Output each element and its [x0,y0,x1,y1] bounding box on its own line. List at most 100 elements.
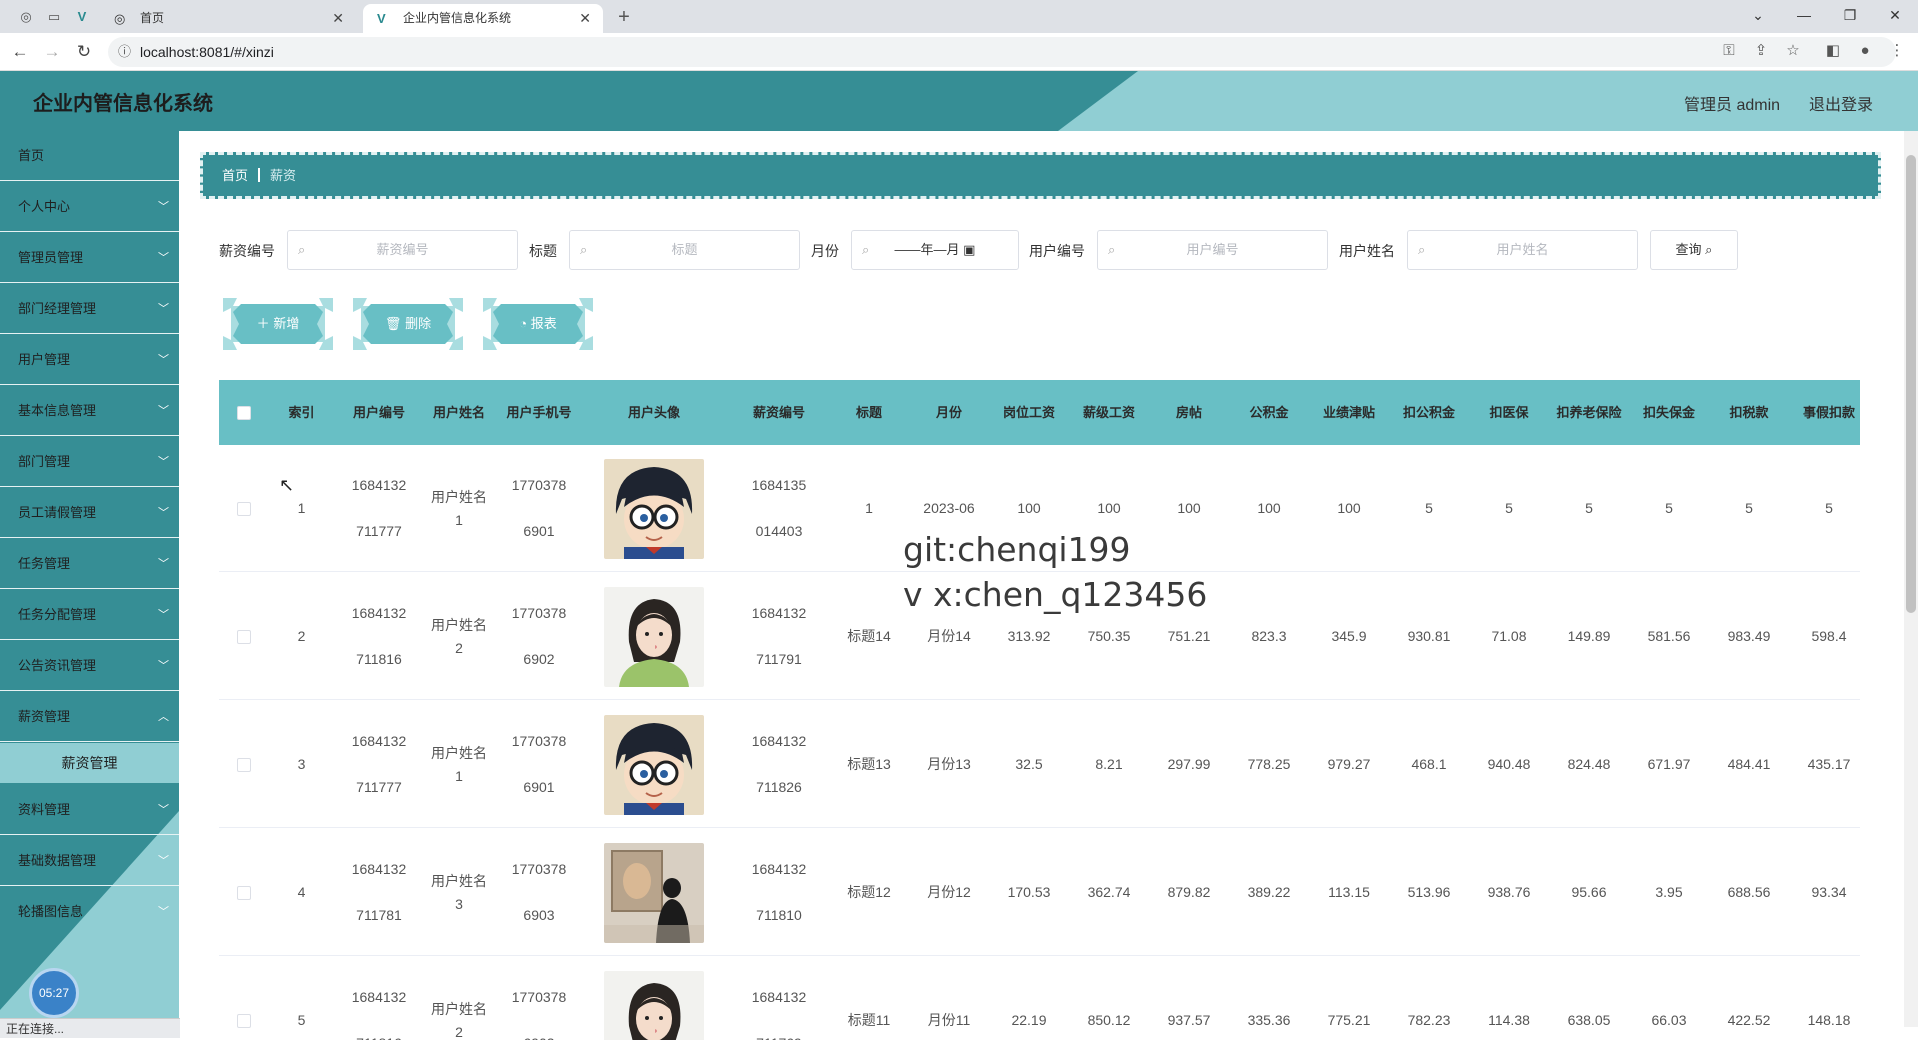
avatar[interactable] [604,970,704,1040]
column-header-deduct-pension[interactable]: 扣养老保险 [1549,380,1629,445]
checkbox-box[interactable] [237,405,251,420]
column-header-user-name[interactable]: 用户姓名 [419,380,499,445]
calendar-icon[interactable]: ▣ [963,242,975,257]
report-button[interactable]: ◔ 报表 [493,304,583,344]
month-input[interactable]: ⌕ ——年—月 ▣ [851,230,1019,270]
new-tab-icon[interactable]: + [614,7,634,27]
column-header-deduct-unemployment[interactable]: 扣失保金 [1629,380,1709,445]
sidebar-item-task-management[interactable]: 任务管理 ﹀ [0,539,179,589]
reload-icon[interactable]: ↻ [72,40,96,64]
sidebar-item-personal-center[interactable]: 个人中心 ﹀ [0,182,179,232]
column-header-performance-allowance[interactable]: 业绩津贴 [1309,380,1389,445]
logout-link[interactable]: 退出登录 [1809,91,1873,115]
row-checkbox[interactable] [219,829,269,956]
back-icon[interactable]: ← [8,40,32,64]
share-icon[interactable]: ⇪ [1750,40,1772,62]
sidebar-item-department-management[interactable]: 部门管理 ﹀ [0,437,179,487]
url-field[interactable]: ⓘ localhost:8081/#/xinzi [108,37,1896,67]
close-icon[interactable]: ✕ [332,4,344,33]
checkbox-box[interactable] [237,629,251,644]
checkbox-box[interactable] [237,885,251,900]
window-close-icon[interactable]: ✕ [1872,0,1918,33]
sidebar-item-leave-management[interactable]: 员工请假管理 ﹀ [0,488,179,538]
column-header-grade-wage[interactable]: 薪级工资 [1069,380,1149,445]
sidebar-item-salary-management[interactable]: 薪资管理 ︿ [0,692,179,742]
scrollbar-thumb[interactable] [1906,155,1916,613]
avatar[interactable] [604,842,704,943]
sidebar-item-task-assignment[interactable]: 任务分配管理 ﹀ [0,590,179,640]
close-icon[interactable]: ✕ [579,4,591,33]
sidebar-item-carousel-info[interactable]: 轮播图信息 ﹀ [0,887,179,937]
column-header-leave-deduction[interactable]: 事假扣款 [1789,380,1860,445]
search-button[interactable]: 查询 ⌕ [1650,230,1738,270]
column-header-user-no[interactable]: 用户编号 [339,380,419,445]
restore-icon[interactable]: ❐ [1827,0,1873,33]
tab-home[interactable]: ◎ 首页 ✕ [100,4,356,33]
browser-app-icon[interactable]: ◎ [16,7,36,27]
cell-deduct-tax: 422.52 [1727,1012,1771,1028]
row-checkbox[interactable] [219,701,269,828]
checkbox-box[interactable] [237,757,251,772]
column-header-avatar[interactable]: 用户头像 [579,380,729,445]
user-name-input[interactable]: ⌕ 用户姓名 [1407,230,1638,270]
sidebar-item-base-data-management[interactable]: 基础数据管理 ﹀ [0,836,179,886]
avatar[interactable] [604,714,704,815]
column-header-salary-no[interactable]: 薪资编号 [729,380,829,445]
month-placeholder: ——年—月 [894,242,960,257]
add-button[interactable]: ＋ 新增 [233,304,323,344]
blank-tab-icon[interactable]: ▭ [44,7,64,27]
sidebar-item-announcement-management[interactable]: 公告资讯管理 ﹀ [0,641,179,691]
table-row[interactable]: 3 1684132 711777 用户姓名 1 1770378 6901 1684132 711… [219,701,1860,828]
salary-no-input[interactable]: ⌕ 薪资编号 [287,230,518,270]
cell-deduct-tax: 688.56 [1727,884,1771,900]
column-header-housing-fund[interactable]: 公积金 [1229,380,1309,445]
column-header-deduct-medical[interactable]: 扣医保 [1469,380,1549,445]
vue-tab-icon[interactable]: V [72,7,92,27]
checkbox-box[interactable] [237,501,251,516]
menu-icon[interactable]: ⋮ [1886,40,1908,62]
column-header-title[interactable]: 标题 [829,380,909,445]
sidebar-item-dept-manager-management[interactable]: 部门经理管理 ﹀ [0,284,179,334]
column-header-housing-allowance[interactable]: 房帖 [1149,380,1229,445]
column-header-index[interactable]: 索引 [274,380,329,445]
user-no-input[interactable]: ⌕ 用户编号 [1097,230,1328,270]
sidepanel-icon[interactable]: ◧ [1822,40,1844,62]
cell-index: 1 [297,500,306,516]
sidebar-item-user-management[interactable]: 用户管理 ﹀ [0,335,179,385]
cell-deduct-tax: 484.41 [1727,756,1771,772]
checkbox-box[interactable] [237,1013,251,1028]
row-checkbox[interactable] [219,957,269,1040]
cell-title: 1 [865,500,873,516]
sidebar-item-basic-info-management[interactable]: 基本信息管理 ﹀ [0,386,179,436]
delete-button[interactable]: 🗑 删除 [363,304,453,344]
select-all-checkbox[interactable] [219,380,269,445]
tab-active[interactable]: V 企业内管信息化系统 ✕ [363,4,603,33]
avatar[interactable] [604,586,704,687]
info-icon[interactable]: ⓘ [118,37,131,67]
chevron-down-icon[interactable]: ⌄ [1735,0,1781,33]
sidebar-subitem-salary[interactable]: 薪资管理 [0,743,179,783]
user-name-placeholder: 用户姓名 [1496,242,1549,257]
column-header-phone[interactable]: 用户手机号 [499,380,579,445]
minimize-icon[interactable]: — [1781,0,1827,33]
column-header-deduct-housing-fund[interactable]: 扣公积金 [1389,380,1469,445]
sidebar-item-document-management[interactable]: 资料管理 ﹀ [0,785,179,835]
sidebar-item-admin-management[interactable]: 管理员管理 ﹀ [0,233,179,283]
row-checkbox[interactable] [219,573,269,700]
key-icon[interactable]: ⚿ [1718,40,1740,62]
cell-housing-allowance: 879.82 [1167,884,1211,900]
star-icon[interactable]: ☆ [1782,40,1804,62]
profile-icon[interactable]: ● [1854,40,1876,62]
forward-icon[interactable]: → [40,40,64,64]
column-header-month[interactable]: 月份 [909,380,989,445]
column-header-post-wage[interactable]: 岗位工资 [989,380,1069,445]
avatar[interactable] [604,458,704,559]
title-input[interactable]: ⌕ 标题 [569,230,800,270]
sidebar-item-home[interactable]: 首页 [0,131,179,181]
cell-phone: 1770378 6901 [511,477,567,539]
table-row[interactable]: 5 1684132711816 用户姓名2 17703786902 1684132711… [219,957,1860,1040]
row-checkbox[interactable] [219,445,269,572]
table-row[interactable]: 4 1684132 711781 用户姓名 3 1770378 6903 1684132 711… [219,829,1860,956]
column-header-deduct-tax[interactable]: 扣税款 [1709,380,1789,445]
breadcrumb-home[interactable]: 首页 [222,168,248,183]
